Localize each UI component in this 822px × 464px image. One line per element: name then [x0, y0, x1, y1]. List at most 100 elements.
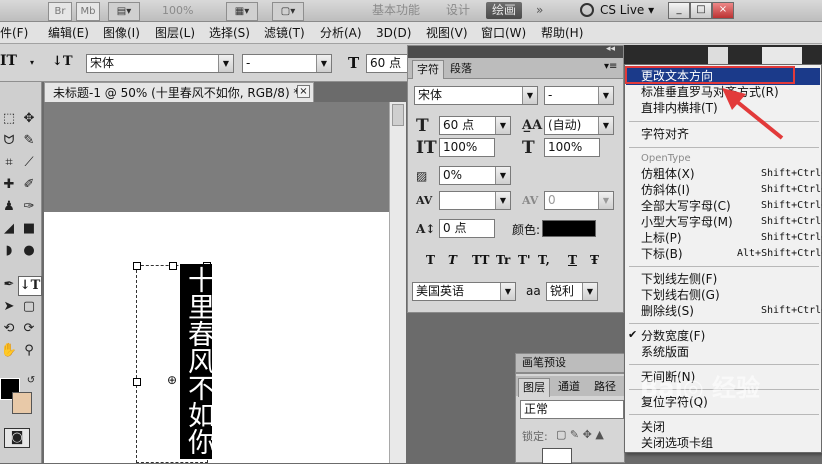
menu-item-system-layout[interactable]: 系统版面 — [641, 344, 689, 360]
menu-select[interactable]: 选择(S) — [209, 22, 250, 44]
kerning-field[interactable]: ▼ — [439, 191, 511, 210]
menu-item-small-caps[interactable]: 小型大写字母(M) — [641, 214, 733, 230]
panel-header[interactable]: ◂◂ — [408, 44, 623, 58]
blur-tool-icon[interactable]: ◗ — [0, 242, 18, 260]
all-caps-button[interactable]: TT — [472, 253, 489, 267]
font-style-select[interactable]: - ▼ — [242, 54, 332, 73]
brush-tool-icon[interactable]: ✐ — [20, 176, 38, 194]
chevron-down-icon[interactable]: ▾ — [30, 58, 34, 67]
view-extras-icon[interactable]: ▤▾ — [108, 2, 140, 21]
path-selection-tool-icon[interactable]: ➤ — [0, 298, 18, 316]
subscript-button[interactable]: T, — [538, 253, 550, 267]
shape-tool-icon[interactable]: ▢ — [20, 298, 38, 316]
menu-item-fractional-widths[interactable]: 分数宽度(F) — [641, 328, 705, 344]
menu-help[interactable]: 帮助(H) — [541, 22, 583, 44]
quick-mask-icon[interactable]: ◙ — [4, 428, 30, 448]
tab-channels[interactable]: 通道 — [554, 378, 584, 396]
vertical-scrollbar[interactable] — [389, 102, 406, 463]
workspace-essentials[interactable]: 基本功能 — [372, 2, 420, 19]
eyedropper-tool-icon[interactable]: ⟋ — [20, 154, 38, 172]
menu-item-underline-right[interactable]: 下划线右侧(G) — [641, 287, 720, 303]
tab-layers[interactable]: 图层 — [518, 378, 550, 397]
maximize-button[interactable]: □ — [690, 2, 712, 19]
lock-icons[interactable]: ▢ ✎ ✥ ▲ — [556, 428, 604, 441]
menu-item-faux-italic[interactable]: 仿斜体(I) — [641, 182, 690, 198]
small-caps-button[interactable]: Tr — [496, 253, 510, 267]
tracking-field[interactable]: 0 ▼ — [544, 191, 614, 210]
language-select[interactable]: 美国英语 ▼ — [412, 282, 516, 301]
scrollbar-thumb[interactable] — [392, 104, 404, 126]
close-window-button[interactable]: × — [712, 2, 734, 19]
font-family-select[interactable]: 宋体 ▼ — [86, 54, 234, 73]
bridge-button[interactable]: Br — [48, 2, 72, 21]
menu-item-close[interactable]: 关闭 — [641, 419, 665, 435]
arrange-documents-icon[interactable]: ▦▾ — [226, 2, 258, 21]
3d-rotate-tool-icon[interactable]: ⟲ — [0, 320, 18, 338]
lasso-tool-icon[interactable]: ᗢ — [0, 132, 18, 150]
brush-presets-tab[interactable]: 画笔预设 — [515, 353, 625, 373]
baseline-shift-field[interactable]: 0 点 — [439, 219, 495, 238]
menu-edit[interactable]: 编辑(E) — [48, 22, 89, 44]
minimize-button[interactable]: _ — [668, 2, 690, 19]
zoom-level[interactable]: 100% — [162, 2, 212, 19]
quick-selection-tool-icon[interactable]: ✎ — [20, 132, 38, 150]
mini-bridge-button[interactable]: Mb — [76, 2, 100, 21]
3d-orbit-tool-icon[interactable]: ⟳ — [20, 320, 38, 338]
faux-italic-button[interactable]: T — [448, 253, 457, 267]
font-size-field[interactable]: 60 点 — [366, 54, 408, 73]
toggle-text-orientation-icon[interactable]: ↓T — [52, 54, 73, 69]
panel-font-style-select[interactable]: - ▼ — [544, 86, 614, 105]
text-color-swatch[interactable] — [542, 220, 596, 237]
menu-item-all-caps[interactable]: 全部大写字母(C) — [641, 198, 731, 214]
move-tool-icon[interactable]: ✥ — [20, 110, 38, 128]
layer-thumbnail[interactable] — [542, 448, 572, 464]
menu-analysis[interactable]: 分析(A) — [320, 22, 362, 44]
menu-item-subscript[interactable]: 下标(B) — [641, 246, 683, 262]
crop-tool-icon[interactable]: ⌗ — [0, 154, 18, 172]
clone-stamp-tool-icon[interactable]: ♟ — [0, 198, 18, 216]
menu-image[interactable]: 图像(I) — [103, 22, 140, 44]
workspace-design[interactable]: 设计 — [446, 2, 470, 19]
collapse-panel-icon[interactable]: ◂◂ — [606, 44, 615, 54]
panel-icon[interactable] — [762, 47, 802, 65]
panel-font-family-select[interactable]: 宋体 ▼ — [414, 86, 538, 105]
transform-handle[interactable] — [133, 262, 141, 270]
hand-tool-icon[interactable]: ✋ — [0, 342, 18, 360]
menu-item-superscript[interactable]: 上标(P) — [641, 230, 682, 246]
tool-preset-picker[interactable]: IT — [0, 53, 30, 73]
vertical-type-tool-icon[interactable]: ↓T — [18, 276, 42, 296]
workspace-painting[interactable]: 绘画 — [486, 2, 523, 19]
transform-handle[interactable] — [169, 262, 177, 270]
background-color-swatch[interactable] — [12, 392, 32, 414]
menu-layer[interactable]: 图层(L) — [155, 22, 195, 44]
blend-mode-select[interactable]: 正常 — [520, 400, 624, 419]
transform-handle[interactable] — [133, 378, 141, 386]
close-document-icon[interactable]: × — [297, 85, 310, 98]
underline-button[interactable]: T — [568, 253, 577, 267]
tab-character[interactable]: 字符 — [412, 60, 444, 79]
marquee-tool-icon[interactable]: ⬚ — [0, 110, 18, 128]
panel-font-size-field[interactable]: 60 点 ▼ — [439, 116, 511, 135]
more-workspaces-icon[interactable]: » — [536, 2, 543, 19]
tab-paragraph[interactable]: 段落 — [446, 60, 476, 78]
vertical-scale-field[interactable]: 100% — [439, 138, 495, 157]
history-brush-tool-icon[interactable]: ✑ — [20, 198, 38, 216]
healing-brush-tool-icon[interactable]: ✚ — [0, 176, 18, 194]
gradient-tool-icon[interactable]: ■ — [20, 220, 38, 238]
menu-3d[interactable]: 3D(D) — [376, 22, 411, 44]
horizontal-scale-field[interactable]: 100% — [544, 138, 600, 157]
strikethrough-button[interactable]: Ŧ — [590, 253, 599, 267]
tsume-field[interactable]: 0% ▼ — [439, 166, 511, 185]
menu-item-underline-left[interactable]: 下划线左侧(F) — [641, 271, 717, 287]
zoom-tool-icon[interactable]: ⚲ — [20, 342, 38, 360]
vertical-text-layer[interactable]: 十里春风不如你 — [180, 264, 214, 459]
dodge-tool-icon[interactable]: ● — [20, 242, 38, 260]
panel-menu-icon[interactable]: ▾≡ — [604, 61, 617, 72]
menu-item-character-alignment[interactable]: 字符对齐 — [641, 126, 689, 142]
menu-item-faux-bold[interactable]: 仿粗体(X) — [641, 166, 695, 182]
antialias-select[interactable]: 锐利 ▼ — [546, 282, 598, 301]
cslive-button[interactable]: CS Live ▾ — [600, 2, 654, 19]
menu-view[interactable]: 视图(V) — [426, 22, 468, 44]
swap-colors-icon[interactable]: ↺ — [22, 372, 40, 390]
superscript-button[interactable]: T' — [518, 253, 531, 267]
